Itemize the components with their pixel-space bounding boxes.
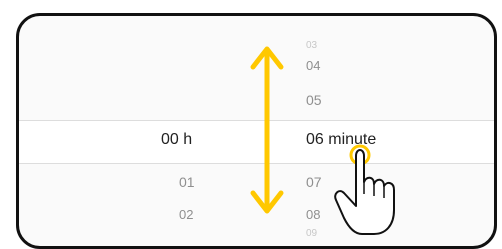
- duration-picker[interactable]: 00 h 03 04 05 06 minute 07 08 09 01 02: [19, 16, 494, 246]
- vertical-double-arrow-icon: [250, 46, 284, 214]
- time-picker-screen: 00 h 03 04 05 06 minute 07 08 09 01 02: [16, 13, 497, 249]
- minutes-item-faded-bottom[interactable]: 09: [306, 228, 317, 239]
- screenshot-frame: 00 h 03 04 05 06 minute 07 08 09 01 02: [0, 0, 502, 249]
- minutes-item-faded-top[interactable]: 03: [306, 40, 317, 51]
- hours-wheel[interactable]: 00 h: [161, 16, 231, 246]
- hours-item-below-1[interactable]: 01: [179, 174, 195, 190]
- hours-item-below-2[interactable]: 02: [179, 207, 193, 222]
- hours-selected-value[interactable]: 00 h: [161, 131, 192, 149]
- tap-hand-icon: [334, 144, 395, 235]
- minutes-item-above-2[interactable]: 04: [306, 58, 320, 73]
- minutes-item-above-1[interactable]: 05: [306, 92, 322, 108]
- minutes-item-below-2[interactable]: 08: [306, 207, 320, 222]
- minutes-item-below-1[interactable]: 07: [306, 174, 322, 190]
